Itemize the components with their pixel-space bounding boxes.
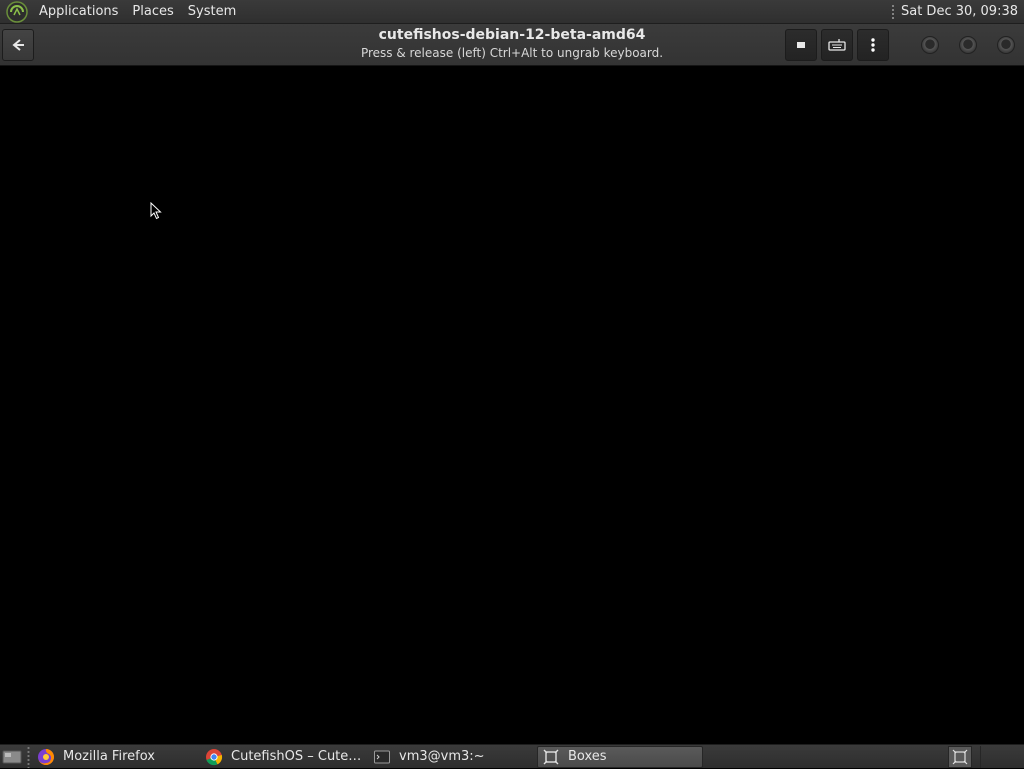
bottom-panel: Mozilla Firefox CutefishOS – Cutefi... v… [0, 744, 1024, 768]
options-menu-button[interactable] [857, 29, 889, 61]
mate-logo-icon[interactable] [6, 0, 28, 23]
maximize-icon[interactable] [959, 36, 977, 54]
send-keys-button[interactable] [821, 29, 853, 61]
menu-places[interactable]: Places [125, 0, 180, 24]
terminal-icon [374, 750, 390, 763]
close-icon[interactable] [997, 36, 1015, 54]
task-terminal[interactable]: vm3@vm3:~ [369, 746, 535, 768]
header-bar: cutefishos-debian-12-beta-amd64 Press & … [0, 24, 1024, 66]
task-boxes[interactable]: Boxes [537, 745, 703, 768]
display-icon [797, 42, 805, 48]
workspace-icon [952, 749, 968, 764]
display-button[interactable] [785, 29, 817, 61]
show-desktop-button[interactable] [0, 745, 24, 769]
taskbar-handle[interactable] [26, 745, 31, 768]
kebab-menu-icon [871, 38, 875, 52]
task-label: CutefishOS – Cutefi... [231, 749, 367, 764]
firefox-icon [37, 748, 54, 765]
task-firefox[interactable]: Mozilla Firefox [33, 746, 199, 768]
chrome-icon [206, 748, 223, 765]
task-label: Mozilla Firefox [63, 749, 155, 764]
boxes-icon [543, 749, 559, 764]
back-button[interactable] [2, 29, 34, 61]
task-chrome[interactable]: CutefishOS – Cutefi... [201, 746, 367, 768]
menu-system[interactable]: System [181, 0, 243, 24]
workspace-2[interactable] [980, 745, 1020, 768]
clock[interactable]: Sat Dec 30, 09:38 [901, 4, 1024, 19]
workspace-switcher[interactable] [948, 745, 972, 768]
panel-drag-handle[interactable] [890, 3, 895, 20]
minimize-icon[interactable] [921, 36, 939, 54]
task-label: Boxes [568, 749, 607, 764]
top-panel: Applications Places System Sat Dec 30, 0… [0, 0, 1024, 24]
back-icon [12, 39, 24, 51]
vm-display[interactable] [0, 67, 1024, 744]
task-label: vm3@vm3:~ [399, 749, 485, 764]
keyboard-icon [828, 39, 846, 51]
menu-applications[interactable]: Applications [32, 0, 125, 24]
mouse-cursor-icon [150, 202, 162, 220]
show-desktop-icon [2, 750, 22, 763]
